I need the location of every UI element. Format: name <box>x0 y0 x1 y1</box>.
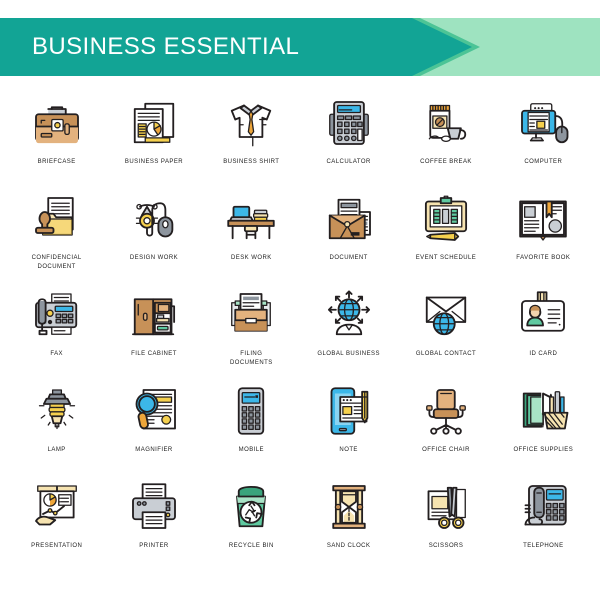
office-supplies-icon <box>514 382 572 440</box>
icon-cell-mobile[interactable]: MOBILE <box>203 380 300 476</box>
icon-cell-briefcase[interactable]: BRIEFCASE <box>8 92 105 188</box>
icon-cell-coffee-break[interactable]: COFFEE BREAK <box>397 92 494 188</box>
calculator-icon <box>320 94 378 152</box>
icon-cell-calculator[interactable]: CALCULATOR <box>300 92 397 188</box>
printer-icon <box>125 478 183 536</box>
icon-cell-computer[interactable]: COMPUTER <box>495 92 592 188</box>
icon-cell-lamp[interactable]: LAMP <box>8 380 105 476</box>
presentation-icon <box>28 478 86 536</box>
icon-label-business-paper: BUSINESS PAPER <box>124 159 184 165</box>
event-schedule-icon <box>417 190 475 248</box>
icon-cell-favorite-book[interactable]: FAVORITE BOOK <box>495 188 592 284</box>
icon-cell-global-contact[interactable]: GLOBAL CONTACT <box>397 284 494 380</box>
briefcase-icon <box>28 94 86 152</box>
icon-label-office-supplies: OFFICE SUPPLIES <box>513 447 574 453</box>
icon-cell-desk-work[interactable]: DESK WORK <box>203 188 300 284</box>
business-paper-icon <box>125 94 183 152</box>
icon-label-presentation: PRESENTATION <box>31 543 83 549</box>
icon-label-sand-clock: SAND CLOCK <box>326 543 371 549</box>
icon-cell-document[interactable]: DOCUMENT <box>300 188 397 284</box>
filing-documents-icon <box>222 286 280 344</box>
icon-label-favorite-book: FAVORITE BOOK <box>516 255 571 261</box>
sand-clock-icon <box>320 478 378 536</box>
note-icon <box>320 382 378 440</box>
lamp-icon <box>28 382 86 440</box>
icon-label-recycle-bin: RECYCLE BIN <box>228 543 274 549</box>
icon-cell-fax[interactable]: FAX <box>8 284 105 380</box>
icon-cell-business-shirt[interactable]: BUSINESS SHIRT <box>203 92 300 188</box>
icon-cell-office-supplies[interactable]: OFFICE SUPPLIES <box>495 380 592 476</box>
icon-label-scissors: SCISSORS <box>428 543 464 549</box>
icon-label-event-schedule: EVENT SCHEDULE <box>415 255 477 261</box>
icon-label-telephone: TELEPHONE <box>523 543 564 549</box>
icon-cell-note[interactable]: NOTE <box>300 380 397 476</box>
file-cabinet-icon <box>125 286 183 344</box>
recycle-bin-icon <box>222 478 280 536</box>
header-banner: BUSINESS ESSENTIAL <box>0 18 600 76</box>
global-contact-icon <box>417 286 475 344</box>
icon-label-note: NOTE <box>339 447 358 453</box>
telephone-icon <box>514 478 572 536</box>
icon-cell-id-card[interactable]: ID CARD <box>495 284 592 380</box>
icon-label-printer: PRINTER <box>139 543 169 549</box>
icon-label-id-card: ID CARD <box>529 351 558 357</box>
icon-cell-file-cabinet[interactable]: FILE CABINET <box>105 284 202 380</box>
icon-cell-printer[interactable]: PRINTER <box>105 476 202 572</box>
icon-label-global-business: GLOBAL BUSINESS <box>317 351 380 357</box>
icon-cell-filing-documents[interactable]: FILING DOCUMENTS <box>203 284 300 380</box>
icon-label-computer: COMPUTER <box>524 159 563 165</box>
document-icon <box>320 190 378 248</box>
icon-cell-global-business[interactable]: GLOBAL BUSINESS <box>300 284 397 380</box>
global-business-icon <box>320 286 378 344</box>
icon-grid: BRIEFCASE BUSINESS PAPER BUSINESS SHIRT … <box>0 92 600 572</box>
icon-label-confidencial-document: CONFIDENCIAL DOCUMENT <box>31 255 82 270</box>
icon-label-lamp: LAMP <box>47 447 66 453</box>
icon-label-calculator: CALCULATOR <box>326 159 371 165</box>
magnifier-icon <box>125 382 183 440</box>
icon-cell-recycle-bin[interactable]: RECYCLE BIN <box>203 476 300 572</box>
icon-cell-event-schedule[interactable]: EVENT SCHEDULE <box>397 188 494 284</box>
icon-label-document: DOCUMENT <box>329 255 368 261</box>
confidencial-document-icon <box>28 190 86 248</box>
icon-label-desk-work: DESK WORK <box>230 255 272 261</box>
icon-cell-confidencial-document[interactable]: CONFIDENCIAL DOCUMENT <box>8 188 105 284</box>
icon-label-filing-documents: FILING DOCUMENTS <box>229 351 273 366</box>
icon-sheet: BUSINESS ESSENTIAL BRIEFCASE BUSINESS PA… <box>0 18 600 600</box>
icon-label-file-cabinet: FILE CABINET <box>131 351 177 357</box>
page-title: BUSINESS ESSENTIAL <box>32 33 300 60</box>
business-shirt-icon <box>222 94 280 152</box>
icon-cell-business-paper[interactable]: BUSINESS PAPER <box>105 92 202 188</box>
mobile-icon <box>222 382 280 440</box>
id-card-icon <box>514 286 572 344</box>
computer-icon <box>514 94 572 152</box>
icon-label-coffee-break: COFFEE BREAK <box>420 159 472 165</box>
desk-work-icon <box>222 190 280 248</box>
scissors-icon <box>417 478 475 536</box>
icon-cell-design-work[interactable]: DESIGN WORK <box>105 188 202 284</box>
icon-cell-scissors[interactable]: SCISSORS <box>397 476 494 572</box>
icon-label-magnifier: MAGNIFIER <box>135 447 173 453</box>
design-work-icon <box>125 190 183 248</box>
icon-cell-presentation[interactable]: PRESENTATION <box>8 476 105 572</box>
icon-label-global-contact: GLOBAL CONTACT <box>415 351 477 357</box>
icon-label-briefcase: BRIEFCASE <box>37 159 76 165</box>
icon-label-office-chair: OFFICE CHAIR <box>422 447 470 453</box>
icon-cell-telephone[interactable]: TELEPHONE <box>495 476 592 572</box>
icon-cell-sand-clock[interactable]: SAND CLOCK <box>300 476 397 572</box>
icon-label-design-work: DESIGN WORK <box>129 255 179 261</box>
coffee-break-icon <box>417 94 475 152</box>
fax-icon <box>28 286 86 344</box>
icon-cell-magnifier[interactable]: MAGNIFIER <box>105 380 202 476</box>
office-chair-icon <box>417 382 475 440</box>
icon-label-business-shirt: BUSINESS SHIRT <box>223 159 280 165</box>
icon-label-mobile: MOBILE <box>238 447 265 453</box>
icon-label-fax: FAX <box>50 351 64 357</box>
favorite-book-icon <box>514 190 572 248</box>
icon-cell-office-chair[interactable]: OFFICE CHAIR <box>397 380 494 476</box>
